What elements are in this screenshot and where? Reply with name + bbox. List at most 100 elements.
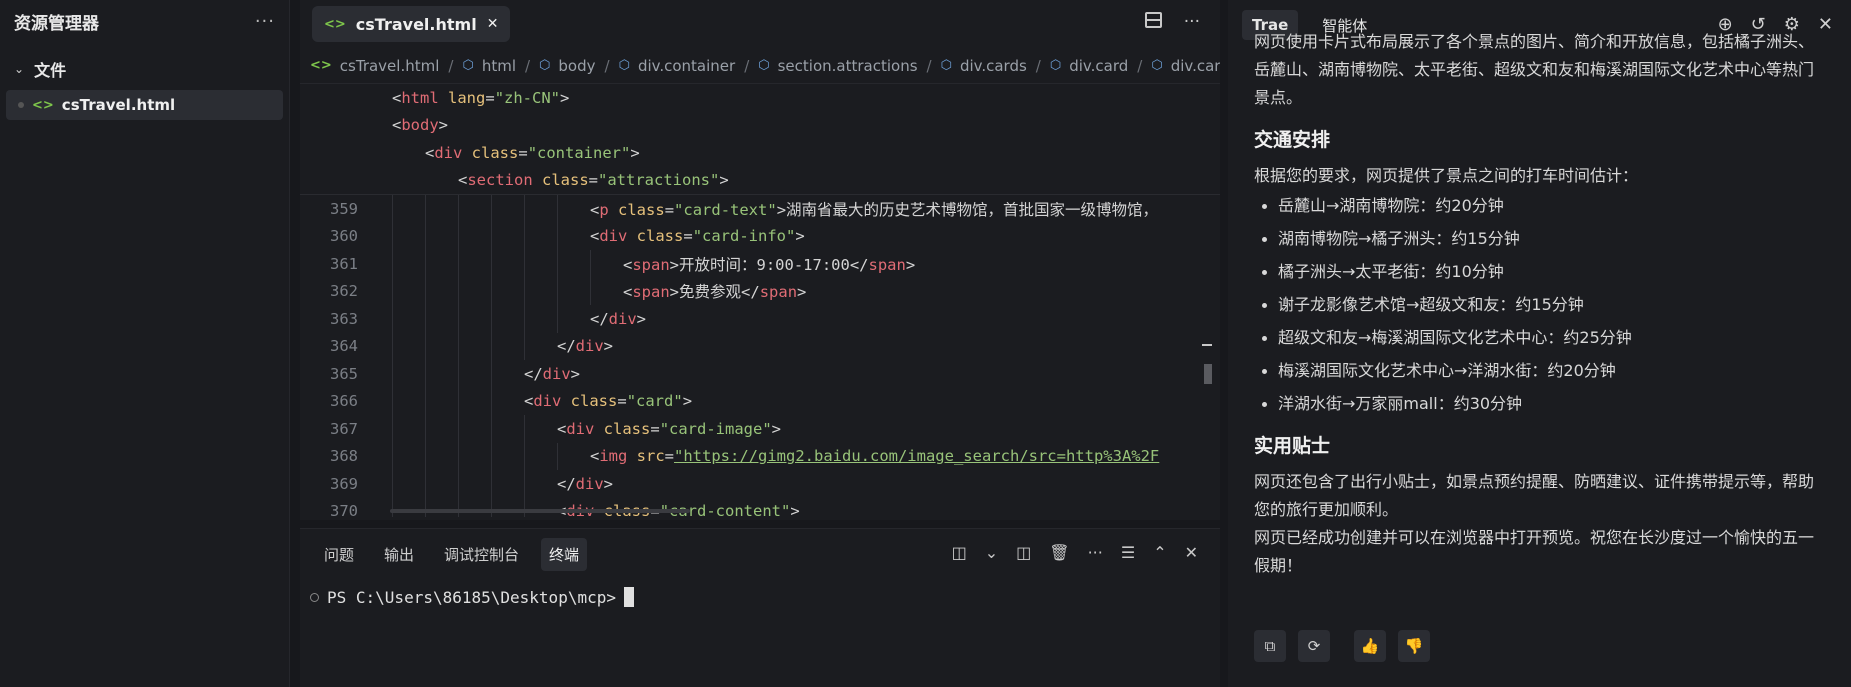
breadcrumb-item[interactable]: ⬡ section.attractions — [758, 57, 917, 75]
file-item[interactable]: <> csTravel.html — [6, 90, 283, 120]
code-text: <html lang="zh-CN"> — [392, 88, 570, 107]
breadcrumb-separator: / — [524, 56, 531, 75]
bottom-panel: 问题 输出 调试控制台 终端 ◫ ⌄ ◫ 🗑 ··· ☰ ⌃ ✕ PS C:\U… — [300, 528, 1220, 687]
breadcrumb-separator: / — [448, 56, 454, 75]
terminal[interactable]: PS C:\Users\86185\Desktop\mcp> — [300, 587, 1220, 607]
layout-icon[interactable]: ◫ — [952, 543, 967, 562]
code-text: <span>开放时间：9:00-17:00</span> — [623, 255, 916, 274]
indent-guide — [491, 470, 492, 498]
indent-guide — [491, 305, 492, 333]
code-file-icon: <> — [324, 16, 346, 32]
breadcrumb-item[interactable]: ⬡ div.card — [1050, 57, 1128, 75]
indent-guide — [491, 195, 492, 223]
route-item: 橘子洲头→太平老街：约10分钟 — [1254, 258, 1824, 286]
explorer-title: 资源管理器 — [14, 13, 99, 34]
chevron-down-icon[interactable]: ⌄ — [985, 543, 998, 562]
more-icon[interactable]: ··· — [1184, 12, 1200, 32]
code-text: <div class="card-image"> — [557, 419, 782, 438]
indent-guide — [557, 277, 558, 305]
element-icon: ⬡ — [1049, 58, 1062, 73]
horizontal-scrollbar[interactable] — [390, 509, 690, 513]
split-terminal-icon[interactable]: ◫ — [1016, 543, 1031, 562]
breadcrumb-item[interactable]: ⬡ div.card-co — [1151, 57, 1220, 75]
chevron-down-icon[interactable]: ⌄ — [14, 62, 24, 76]
indent-guide — [458, 277, 459, 305]
indent-guide — [491, 415, 492, 443]
code-line[interactable]: 0<div class="container"> — [300, 139, 1220, 167]
indent-guide — [524, 470, 525, 498]
code-line[interactable]: 359 <p class="card-text">湖南省最大的历史艺术博物馆，首批… — [300, 195, 1220, 223]
line-number: 370 — [330, 502, 358, 517]
section-text: 网页还包含了出行小贴士，如景点预约提醒、防晒建议、证件携带提示等，帮助您的旅行更… — [1254, 472, 1815, 519]
line-number: 359 — [330, 199, 358, 218]
indent-guide — [524, 305, 525, 333]
indent-guide — [524, 277, 525, 305]
indent-guide — [458, 250, 459, 278]
route-item: 湖南博物院→橘子洲头：约15分钟 — [1254, 225, 1824, 253]
code-text: <body> — [392, 116, 449, 135]
tab-output[interactable]: 输出 — [376, 538, 422, 571]
indent-guide — [425, 415, 426, 443]
indent-guide — [458, 387, 459, 415]
explorer-header: 资源管理器 ··· — [0, 0, 289, 42]
code-line[interactable]: 0<section class="attractions"> — [300, 167, 1220, 195]
code-line[interactable]: 364 </div> — [300, 332, 1220, 360]
code-line[interactable]: 360 <div class="card-info"> — [300, 222, 1220, 250]
code-line[interactable]: 363 </div> — [300, 305, 1220, 333]
code-line[interactable]: 0<html lang="zh-CN"> — [300, 84, 1220, 112]
folder-item[interactable]: ⌄ 文件 — [0, 52, 289, 86]
settings-sliders-icon[interactable]: ☰ — [1121, 543, 1135, 562]
indent-guide — [425, 195, 426, 223]
tab-problems[interactable]: 问题 — [316, 538, 362, 571]
indent-guide — [392, 277, 393, 305]
tab-debug-console[interactable]: 调试控制台 — [436, 538, 527, 571]
breadcrumb-item[interactable]: ⬡ html — [462, 57, 516, 75]
code-line[interactable]: 368 <img src="https://gimg2.baidu.com/ima… — [300, 442, 1220, 470]
code-line[interactable]: 370<div class="card-content"> — [300, 497, 1220, 517]
close-icon[interactable]: ✕ — [1185, 543, 1198, 562]
indent-guide — [425, 360, 426, 388]
copy-icon[interactable]: ⧉ — [1254, 630, 1286, 662]
tab-label: csTravel.html — [355, 14, 477, 34]
element-icon: ⬡ — [618, 58, 630, 73]
breadcrumb-item[interactable]: ⬡ body — [539, 57, 595, 75]
code-line[interactable]: 365 </div> — [300, 360, 1220, 388]
code-text: </div> — [590, 309, 647, 328]
code-line[interactable]: 369 </div> — [300, 470, 1220, 498]
breadcrumb-label: div.card-co — [1170, 56, 1220, 75]
thumbs-up-icon[interactable]: 👍 — [1354, 630, 1386, 662]
code-line[interactable]: 361 <span>开放时间：9:00-17:00</span> — [300, 250, 1220, 278]
tab-terminal[interactable]: 终端 — [541, 537, 588, 571]
indent-guide — [524, 332, 525, 360]
indent-guide — [458, 332, 459, 360]
regenerate-icon[interactable]: ⟳ — [1298, 630, 1330, 662]
code-editor[interactable]: 0<html lang="zh-CN">0<body>0<div class="… — [300, 84, 1220, 517]
code-line[interactable]: 362 <span>免费参观</span> — [300, 277, 1220, 305]
sticky-scroll: 0<html lang="zh-CN">0<body>0<div class="… — [300, 84, 1220, 195]
line-number: 363 — [330, 309, 358, 328]
indent-guide — [458, 442, 459, 470]
vertical-scrollbar[interactable] — [1204, 364, 1212, 384]
breadcrumb-item[interactable]: ⬡ div.container — [619, 57, 736, 75]
chevron-up-icon[interactable]: ⌃ — [1153, 543, 1166, 562]
editor-tab[interactable]: <> csTravel.html ✕ — [312, 6, 511, 42]
code-line[interactable]: 366 <div class="card"> — [300, 387, 1220, 415]
breadcrumb-item[interactable]: ⬡ div.cards — [941, 57, 1027, 75]
more-icon[interactable]: ··· — [255, 11, 275, 32]
indent-guide — [557, 222, 558, 250]
breadcrumb-label: body — [558, 56, 596, 75]
trash-icon[interactable]: 🗑 — [1049, 543, 1069, 562]
more-icon[interactable]: ··· — [1088, 543, 1103, 562]
route-item: 岳麓山→湖南博物院：约20分钟 — [1254, 192, 1824, 220]
panel-tabs: 问题 输出 调试控制台 终端 ◫ ⌄ ◫ 🗑 ··· ☰ ⌃ ✕ — [300, 529, 1220, 579]
close-icon[interactable]: ✕ — [487, 16, 499, 32]
indent-guide — [524, 497, 525, 517]
thumbs-down-icon[interactable]: 👎 — [1398, 630, 1430, 662]
breadcrumb-item[interactable]: <> csTravel.html — [310, 57, 439, 75]
code-line[interactable]: 0<body> — [300, 112, 1220, 140]
breadcrumb-separator: / — [604, 56, 610, 75]
code-line[interactable]: 367 <div class="card-image"> — [300, 415, 1220, 443]
line-number: 361 — [330, 254, 358, 273]
explorer-panel: 资源管理器 ··· ⌄ 文件 <> csTravel.html — [0, 0, 290, 687]
split-editor-icon[interactable] — [1144, 12, 1162, 28]
